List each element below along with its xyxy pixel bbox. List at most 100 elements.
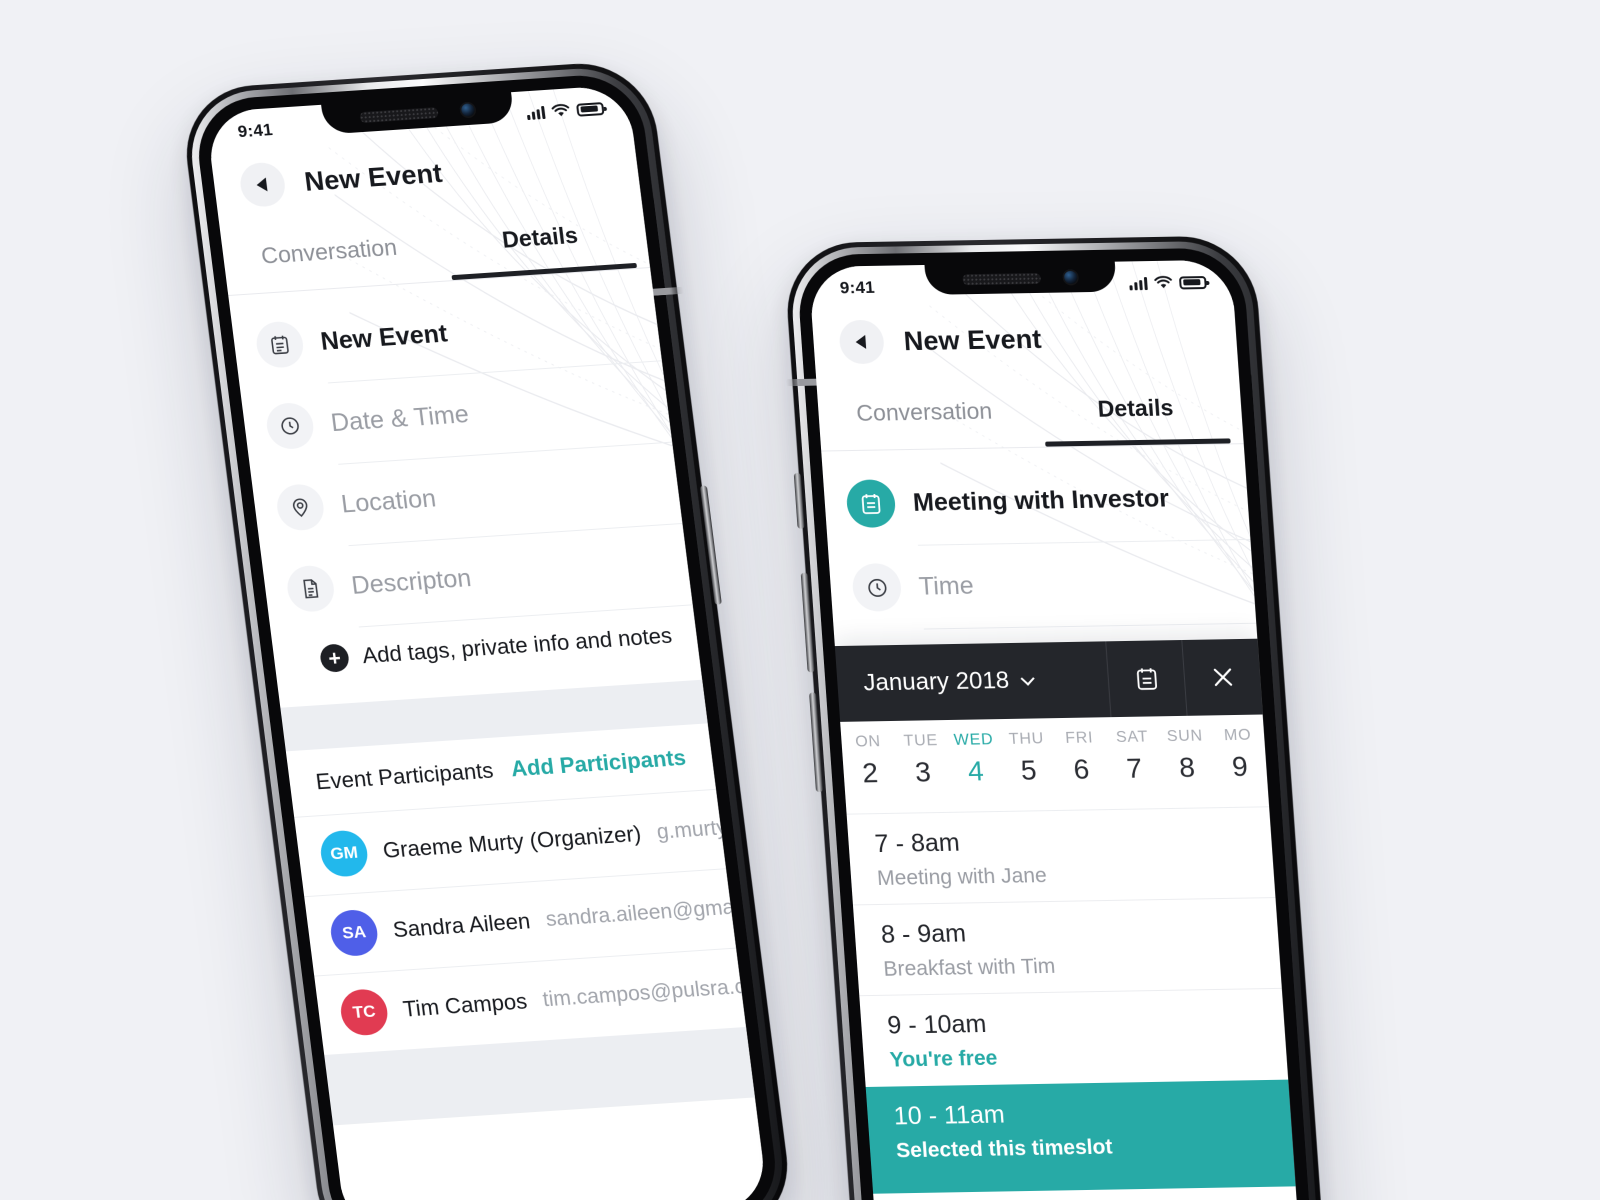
back-button[interactable] xyxy=(237,161,288,208)
status-time: 9:41 xyxy=(236,120,274,142)
day-cell[interactable]: TUE 3 xyxy=(894,732,952,813)
signal-icon xyxy=(526,105,546,120)
timeslot-status: You're free xyxy=(889,1046,999,1072)
chevron-down-icon xyxy=(1020,671,1036,686)
day-number: 3 xyxy=(914,756,932,788)
tab-details-label: Details xyxy=(500,221,580,253)
location-pin-icon xyxy=(274,482,327,532)
month-label: January 2018 xyxy=(862,667,1011,697)
timeslot-row-selected[interactable]: 10 - 11am Selected this timeslot xyxy=(865,1079,1296,1194)
day-of-week: THU xyxy=(1008,730,1045,748)
tab-conversation-label: Conversation xyxy=(855,397,993,426)
add-participants-button[interactable]: Add Participants xyxy=(509,745,687,782)
add-tags-row[interactable]: + Add tags, private info and notes xyxy=(318,622,674,673)
avatar: GM xyxy=(318,829,371,878)
calendar-icon xyxy=(253,320,306,369)
field-title-value: Meeting with Investor xyxy=(912,483,1170,517)
page-title: New Event xyxy=(302,157,444,197)
field-description-value: Descripton xyxy=(349,563,473,600)
page-title: New Event xyxy=(902,323,1043,356)
plus-icon: + xyxy=(318,643,351,673)
timeslot-time: 7 - 8am xyxy=(873,828,961,859)
timeslot-row-free[interactable]: 9 - 10am You're free xyxy=(859,988,1289,1087)
phone-right: 9:41 New Event Conversation Details Meet… xyxy=(782,235,1332,1200)
close-button[interactable] xyxy=(1181,638,1263,716)
field-title-value: New Event xyxy=(319,319,449,356)
calendar-icon xyxy=(845,479,897,528)
phone-right-tabs: Conversation Details xyxy=(817,377,1244,450)
document-icon xyxy=(284,564,337,614)
avatar: SA xyxy=(328,908,381,958)
day-cell-selected[interactable]: WED 4 xyxy=(947,731,1005,812)
day-of-week: SAT xyxy=(1115,728,1149,747)
day-number: 4 xyxy=(966,755,985,787)
status-icons xyxy=(1129,275,1207,290)
tab-details[interactable]: Details xyxy=(1028,377,1244,447)
timeslot-status: Meeting with Jane xyxy=(876,864,1048,891)
day-cell[interactable]: SUN 8 xyxy=(1158,727,1216,808)
participant-name: Tim Campos xyxy=(401,988,529,1022)
mockup-stage: 9:41 New Event Conversation Details New … xyxy=(0,0,1600,1200)
avatar-initials: TC xyxy=(351,1001,377,1022)
back-button[interactable] xyxy=(838,319,886,365)
back-arrow-icon xyxy=(855,334,867,350)
phone-left: 9:41 New Event Conversation Details New … xyxy=(178,59,796,1200)
month-selector[interactable]: January 2018 xyxy=(835,641,1111,722)
close-icon xyxy=(1213,668,1232,687)
day-number: 8 xyxy=(1178,751,1196,783)
day-of-week: FRI xyxy=(1064,729,1094,747)
wifi-icon xyxy=(551,104,570,117)
day-number: 5 xyxy=(1019,754,1038,786)
field-time[interactable]: Time xyxy=(828,539,1256,630)
participants-title: Event Participants xyxy=(314,757,495,795)
field-title[interactable]: Meeting with Investor xyxy=(822,455,1250,546)
day-strip: ON 2 TUE 3 WED 4 THU 5 FRI 6 SAT 7 SUN 8… xyxy=(840,714,1270,814)
day-cell[interactable]: ON 2 xyxy=(841,733,899,814)
calendar-icon xyxy=(1136,668,1157,690)
field-location-value: Location xyxy=(339,483,438,518)
date-picker-panel: January 2018 ON 2 TUE 3 WED 4 THU 5 FRI … xyxy=(834,638,1306,1200)
day-cell[interactable]: THU 5 xyxy=(999,730,1057,811)
phone-right-status-bar: 9:41 xyxy=(808,260,1233,301)
day-number: 9 xyxy=(1230,750,1249,782)
participant-email: tim.campos@pulsra.com xyxy=(541,973,769,1012)
phone-left-screen: 9:41 New Event Conversation Details New … xyxy=(205,84,769,1200)
status-time: 9:41 xyxy=(839,277,876,298)
participant-name: Sandra Aileen xyxy=(391,908,532,943)
day-of-week: MO xyxy=(1223,726,1252,745)
clock-icon xyxy=(851,563,903,612)
participant-name: Graeme Murty (Organizer) xyxy=(381,820,643,863)
timeslot-row[interactable]: 7 - 8am Meeting with Jane xyxy=(846,807,1276,906)
avatar-initials: SA xyxy=(341,922,368,943)
day-cell[interactable]: MO 9 xyxy=(1211,726,1269,807)
battery-icon xyxy=(1178,275,1207,289)
day-of-week: SUN xyxy=(1166,727,1204,746)
day-of-week: WED xyxy=(953,731,994,749)
day-of-week: ON xyxy=(854,733,882,751)
timeslot-row[interactable]: 8 - 9am Breakfast with Tim xyxy=(852,898,1282,997)
field-time-value: Time xyxy=(917,571,975,601)
participant-email: sandra.aileen@gmail... xyxy=(544,894,763,932)
participant-email: g.murty@r... xyxy=(655,813,769,844)
phone-left-navbar: New Event xyxy=(212,138,639,210)
clock-icon xyxy=(264,401,316,451)
calendar-view-button[interactable] xyxy=(1105,640,1187,718)
day-number: 7 xyxy=(1125,752,1144,784)
phone-right-screen: 9:41 New Event Conversation Details Meet… xyxy=(808,259,1306,1200)
day-cell[interactable]: FRI 6 xyxy=(1052,729,1110,810)
wifi-icon xyxy=(1154,275,1172,289)
day-number: 6 xyxy=(1072,753,1091,785)
field-datetime-value: Date & Time xyxy=(329,399,471,437)
battery-icon xyxy=(575,101,605,117)
status-icons xyxy=(526,101,605,120)
tab-details-label: Details xyxy=(1096,394,1175,422)
tab-conversation[interactable]: Conversation xyxy=(817,381,1033,451)
phone-right-navbar: New Event xyxy=(812,313,1238,365)
day-cell[interactable]: SAT 7 xyxy=(1105,728,1163,809)
timeslot-status: Selected this timeslot xyxy=(895,1135,1114,1163)
day-of-week: TUE xyxy=(903,732,939,750)
signal-icon xyxy=(1129,276,1148,290)
timeslot-status: Breakfast with Tim xyxy=(882,954,1057,981)
tab-conversation-label: Conversation xyxy=(259,233,399,269)
timeslot-time: 10 - 11am xyxy=(892,1100,1006,1131)
